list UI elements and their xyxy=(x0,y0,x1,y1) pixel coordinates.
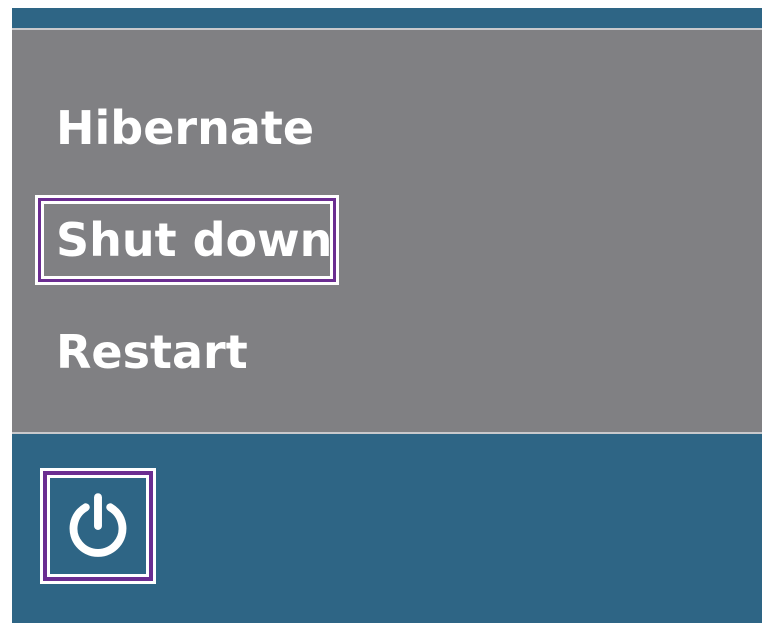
menu-item-hibernate[interactable]: Hibernate xyxy=(44,92,326,164)
power-options-window: Hibernate Shut down Restart xyxy=(12,8,762,623)
power-menu: Hibernate Shut down Restart xyxy=(12,28,762,434)
power-icon xyxy=(69,493,127,557)
menu-item-shut-down[interactable]: Shut down xyxy=(41,201,333,279)
power-button[interactable] xyxy=(40,468,156,584)
menu-item-restart[interactable]: Restart xyxy=(44,316,260,388)
